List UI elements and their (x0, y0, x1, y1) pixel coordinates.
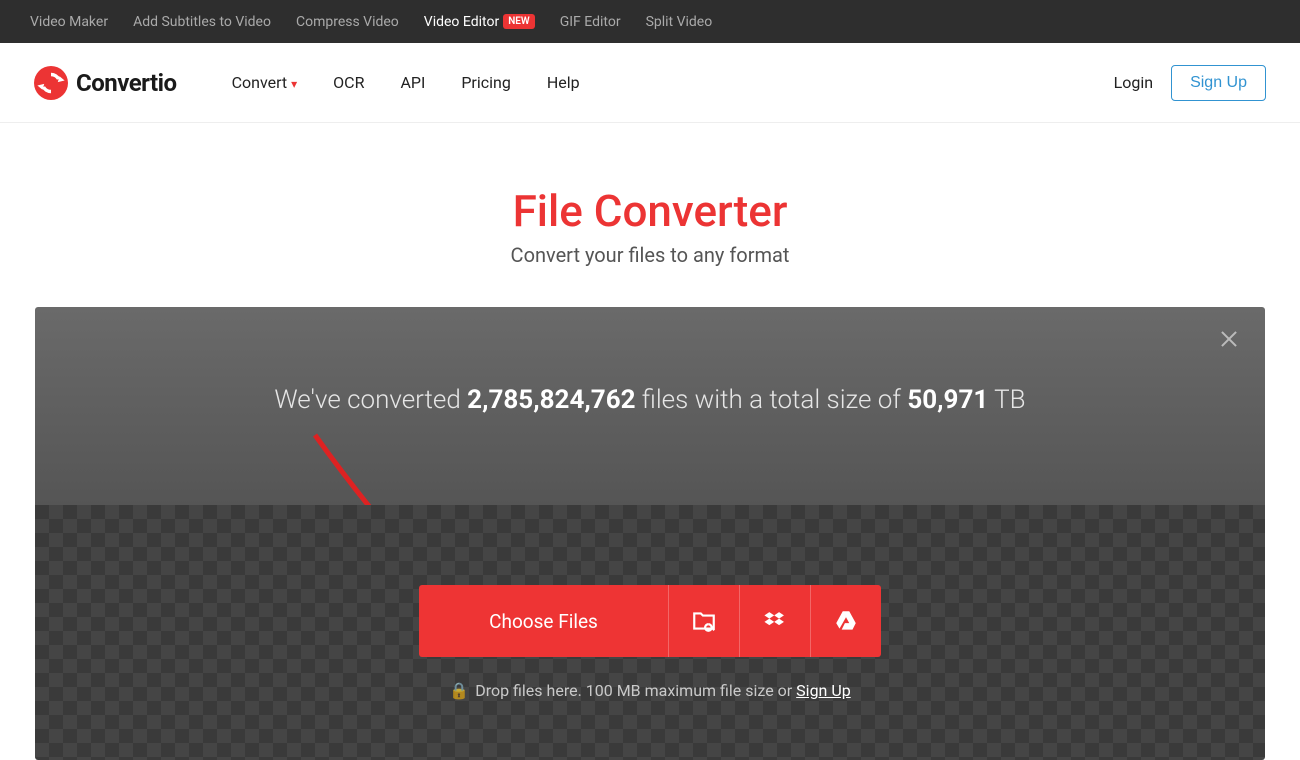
logo[interactable]: Convertio (34, 66, 177, 100)
topbar-link-gif-editor[interactable]: GIF Editor (560, 14, 621, 30)
logo-text: Convertio (76, 69, 177, 97)
nav-links: Convert▾ OCR API Pricing Help (232, 73, 580, 92)
chevron-down-icon: ▾ (291, 77, 297, 91)
topbar-link-split-video[interactable]: Split Video (646, 14, 713, 30)
google-drive-icon[interactable] (811, 608, 881, 634)
login-link[interactable]: Login (1114, 73, 1153, 92)
nav-help[interactable]: Help (547, 73, 580, 92)
stats-line: We've converted 2,785,824,762 files with… (55, 385, 1245, 415)
topbar: Video Maker Add Subtitles to Video Compr… (0, 0, 1300, 43)
drop-signup-link[interactable]: Sign Up (796, 681, 851, 700)
converter-panel: We've converted 2,785,824,762 files with… (35, 307, 1265, 760)
nav-convert[interactable]: Convert▾ (232, 73, 298, 92)
topbar-link-video-maker[interactable]: Video Maker (30, 14, 108, 30)
page-title: File Converter (0, 185, 1300, 237)
page-subtitle: Convert your files to any format (0, 243, 1300, 267)
folder-browse-icon[interactable] (669, 608, 739, 634)
new-badge: NEW (503, 14, 535, 29)
drop-zone[interactable]: Choose Files 🔒Drop files here. 100 MB ma… (35, 505, 1265, 760)
choose-files-label: Choose Files (419, 610, 668, 633)
close-icon[interactable] (1219, 329, 1239, 349)
nav-ocr[interactable]: OCR (333, 73, 364, 92)
topbar-link-video-editor[interactable]: Video EditorNEW (424, 14, 535, 30)
drop-hint: 🔒Drop files here. 100 MB maximum file si… (35, 681, 1265, 700)
signup-button[interactable]: Sign Up (1171, 65, 1266, 101)
nav-pricing[interactable]: Pricing (461, 73, 511, 92)
nav-right: Login Sign Up (1114, 65, 1266, 101)
lock-icon: 🔒 (449, 681, 469, 700)
choose-files-button[interactable]: Choose Files (419, 585, 881, 657)
hero: File Converter Convert your files to any… (0, 123, 1300, 307)
navbar: Convertio Convert▾ OCR API Pricing Help … (0, 43, 1300, 123)
dropbox-icon[interactable] (740, 608, 810, 634)
topbar-link-compress-video[interactable]: Compress Video (296, 14, 399, 30)
topbar-link-add-subtitles[interactable]: Add Subtitles to Video (133, 14, 271, 30)
logo-icon (34, 66, 68, 100)
nav-api[interactable]: API (400, 73, 425, 92)
stats-banner: We've converted 2,785,824,762 files with… (35, 307, 1265, 505)
